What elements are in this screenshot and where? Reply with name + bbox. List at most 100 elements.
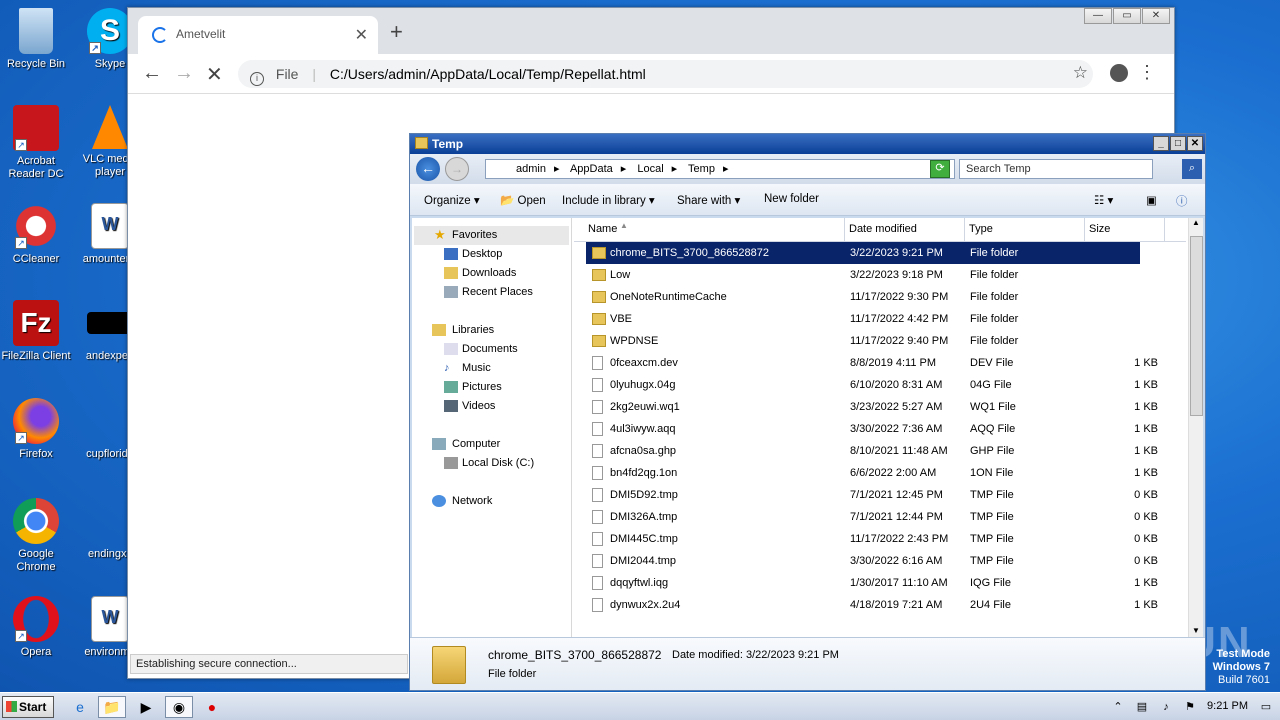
vertical-scrollbar[interactable]: ▲ ▼: [1188, 218, 1203, 637]
account-icon[interactable]: [1110, 64, 1128, 82]
scroll-up-icon[interactable]: ▲: [1189, 218, 1203, 227]
breadcrumb-temp[interactable]: Temp: [688, 163, 715, 175]
table-row[interactable]: OneNoteRuntimeCache 11/17/2022 9:30 PM Fil…: [574, 286, 1186, 308]
breadcrumb-admin[interactable]: admin: [516, 163, 546, 175]
column-date[interactable]: Date modified: [849, 223, 917, 235]
close-button[interactable]: ✕: [1142, 8, 1170, 24]
nav-computer[interactable]: Computer: [412, 435, 571, 454]
table-row[interactable]: Low 3/22/2023 9:18 PM File folder: [574, 264, 1186, 286]
column-divider[interactable]: [1164, 218, 1165, 242]
table-row[interactable]: WPDNSE 11/17/2022 9:40 PM File folder: [574, 330, 1186, 352]
refresh-icon[interactable]: ⟳: [930, 160, 950, 178]
table-row[interactable]: DMI5D92.tmp 7/1/2021 12:45 PM TMP File 0 KB: [574, 484, 1186, 506]
open-button[interactable]: 📂 Open: [500, 193, 546, 207]
forward-arrow-icon[interactable]: →: [174, 62, 194, 85]
preview-pane-icon[interactable]: ▣: [1146, 193, 1157, 207]
nav-libraries[interactable]: Libraries: [412, 321, 571, 340]
show-desktop-button[interactable]: ▭: [1256, 696, 1276, 718]
media-player-taskbar-icon[interactable]: ▶: [132, 696, 160, 718]
share-with-button[interactable]: Share with ▾: [677, 193, 740, 207]
breadcrumb-local[interactable]: Local: [637, 163, 663, 175]
nav-desktop[interactable]: Desktop: [412, 245, 571, 264]
help-icon[interactable]: ⓘ: [1176, 193, 1188, 209]
column-divider[interactable]: [964, 218, 965, 242]
address-bar[interactable]: i File | C:/Users/admin/AppData/Local/Te…: [238, 60, 1093, 88]
maximize-button[interactable]: ▭: [1113, 8, 1141, 24]
table-row[interactable]: DMI326A.tmp 7/1/2021 12:44 PM TMP File 0 KB: [574, 506, 1186, 528]
breadcrumb-appdata[interactable]: AppData: [570, 163, 613, 175]
desktop-icon-acrobat[interactable]: ↗ Acrobat Reader DC: [0, 105, 72, 181]
column-divider[interactable]: [1084, 218, 1085, 242]
cell-size: 1 KB: [1134, 423, 1158, 435]
taskbar-clock[interactable]: 9:21 PM: [1207, 700, 1248, 712]
chrome-taskbar-icon[interactable]: ◉: [165, 696, 193, 718]
kebab-menu-icon[interactable]: ⋮: [1138, 62, 1156, 83]
minimize-button[interactable]: _: [1153, 136, 1169, 151]
folder-icon: [415, 137, 428, 149]
scroll-down-icon[interactable]: ▼: [1189, 626, 1203, 635]
table-row[interactable]: 2kg2euwi.wq1 3/23/2022 5:27 AM WQ1 File 1 K…: [574, 396, 1186, 418]
tab-active[interactable]: Ametvelit ✕: [138, 16, 378, 54]
nav-recent-places[interactable]: Recent Places: [412, 283, 571, 302]
close-button[interactable]: ✕: [1187, 136, 1203, 151]
opera-taskbar-icon[interactable]: ●: [198, 696, 226, 718]
minimize-button[interactable]: —: [1084, 8, 1112, 24]
stop-loading-icon[interactable]: ✕: [206, 62, 223, 87]
table-row[interactable]: DMI2044.tmp 3/30/2022 6:16 AM TMP File 0 KB: [574, 550, 1186, 572]
table-row[interactable]: afcna0sa.ghp 8/10/2021 11:48 AM GHP File 1 …: [574, 440, 1186, 462]
table-row[interactable]: 0fceaxcm.dev 8/8/2019 4:11 PM DEV File 1 KB: [574, 352, 1186, 374]
view-options-icon[interactable]: ☷ ▾: [1094, 193, 1113, 207]
table-row[interactable]: 0lyuhugx.04g 6/10/2020 8:31 AM 04G File 1 K…: [574, 374, 1186, 396]
search-icon[interactable]: ⌕: [1182, 159, 1202, 179]
cell-type: GHP File: [970, 445, 1015, 457]
details-pane: chrome_BITS_3700_866528872 Date modified…: [410, 637, 1205, 690]
scrollbar-thumb[interactable]: [1190, 236, 1203, 416]
breadcrumb[interactable]: admin ▸ AppData ▸ Local ▸ Temp ▸: [485, 159, 955, 179]
back-arrow-icon[interactable]: ←: [142, 62, 162, 85]
include-in-library-button[interactable]: Include in library ▾: [562, 193, 655, 207]
nav-favorites[interactable]: ★ Favorites: [414, 226, 569, 245]
start-button[interactable]: Start: [2, 696, 54, 718]
filezilla-icon: Fz: [13, 300, 59, 346]
desktop-icon-recycle-bin[interactable]: Recycle Bin: [0, 8, 72, 71]
tray-flag-icon[interactable]: ⚑: [1176, 696, 1204, 718]
nav-network[interactable]: Network: [412, 492, 571, 511]
desktop-icon-chrome[interactable]: Google Chrome: [0, 498, 72, 574]
folder-icon: [592, 335, 606, 347]
info-icon[interactable]: i: [250, 72, 264, 86]
table-row[interactable]: dqqyftwl.iqg 1/30/2017 11:10 AM IQG File 1 …: [574, 572, 1186, 594]
table-row[interactable]: VBE 11/17/2022 4:42 PM File folder: [574, 308, 1186, 330]
cell-size: 1 KB: [1134, 401, 1158, 413]
bookmark-star-icon[interactable]: ☆: [1073, 63, 1088, 83]
table-row[interactable]: chrome_BITS_3700_866528872 3/22/2023 9:21…: [586, 242, 1140, 264]
column-type[interactable]: Type: [969, 223, 993, 235]
nav-documents[interactable]: Documents: [412, 340, 571, 359]
file-icon: [592, 554, 603, 568]
nav-videos[interactable]: Videos: [412, 397, 571, 416]
search-input[interactable]: Search Temp: [959, 159, 1153, 179]
column-divider[interactable]: [844, 218, 845, 242]
desktop-icon-opera[interactable]: ↗ Opera: [0, 596, 72, 659]
new-folder-button[interactable]: New folder: [764, 193, 819, 205]
new-tab-button[interactable]: +: [390, 19, 403, 45]
back-arrow-icon[interactable]: ←: [416, 157, 440, 181]
table-row[interactable]: bn4fd2qg.1on 6/6/2022 2:00 AM 1ON File 1 KB: [574, 462, 1186, 484]
desktop-icon-firefox[interactable]: ↗ Firefox: [0, 398, 72, 461]
table-row[interactable]: dynwux2x.2u4 4/18/2019 7:21 AM 2U4 File 1 K…: [574, 594, 1186, 616]
close-tab-icon[interactable]: ✕: [355, 25, 368, 45]
maximize-button[interactable]: □: [1170, 136, 1186, 151]
explorer-taskbar-icon[interactable]: 📁: [98, 696, 126, 718]
column-size[interactable]: Size: [1089, 223, 1110, 235]
nav-pictures[interactable]: Pictures: [412, 378, 571, 397]
ie-taskbar-icon[interactable]: e: [66, 696, 94, 718]
nav-music[interactable]: ♪ Music: [412, 359, 571, 378]
nav-local-disk[interactable]: Local Disk (C:): [412, 454, 571, 473]
desktop-icon-ccleaner[interactable]: ↗ CCleaner: [0, 203, 72, 266]
table-row[interactable]: 4ul3iwyw.aqq 3/30/2022 7:36 AM AQQ File 1 K…: [574, 418, 1186, 440]
column-name[interactable]: Name: [588, 223, 617, 235]
forward-arrow-icon[interactable]: →: [445, 157, 469, 181]
nav-downloads[interactable]: Downloads: [412, 264, 571, 283]
organize-button[interactable]: Organize ▾: [424, 193, 480, 207]
table-row[interactable]: DMI445C.tmp 11/17/2022 2:43 PM TMP File 0 K…: [574, 528, 1186, 550]
desktop-icon-filezilla[interactable]: Fz FileZilla Client: [0, 300, 72, 363]
